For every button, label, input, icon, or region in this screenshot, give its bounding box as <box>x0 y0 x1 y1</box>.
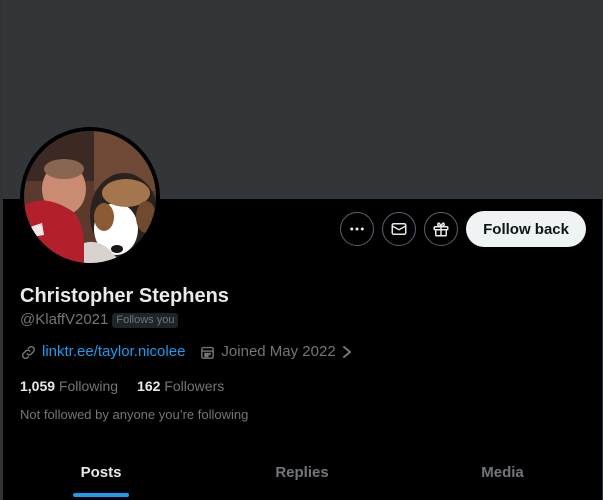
handle-row: @KlaffV2021 Follows you <box>20 310 179 330</box>
website-item: linktr.ee/taylor.nicolee <box>20 342 185 362</box>
tab-media[interactable]: Media <box>402 445 603 500</box>
tab-label: Replies <box>275 464 329 481</box>
followers-label: Followers <box>164 378 225 394</box>
profile-tabs: Posts Replies Media <box>0 445 603 500</box>
mutual-followers-note: Not followed by anyone you’re following <box>20 407 249 422</box>
more-button[interactable] <box>340 212 375 246</box>
active-tab-indicator <box>73 493 129 497</box>
tab-replies[interactable]: Replies <box>202 445 402 500</box>
more-horizontal-icon <box>350 227 364 231</box>
avatar-photo <box>24 131 156 263</box>
followers-count: 162 <box>137 378 161 394</box>
follows-you-badge: Follows you <box>112 312 179 328</box>
profile-meta: linktr.ee/taylor.nicolee Joined May 2022 <box>20 342 353 362</box>
follow-back-button[interactable]: Follow back <box>466 211 586 247</box>
envelope-icon <box>391 223 407 235</box>
link-icon <box>20 344 37 361</box>
tab-label: Media <box>481 464 524 481</box>
follow-stats: 1,059 Following 162 Followers <box>20 376 243 396</box>
display-name: Christopher Stephens <box>20 285 229 307</box>
avatar[interactable] <box>20 127 160 267</box>
gift-icon <box>433 222 449 237</box>
username-handle: @KlaffV2021 <box>20 311 109 328</box>
profile-actions: Follow back <box>340 211 586 247</box>
chevron-right-icon <box>341 345 353 359</box>
tab-label: Posts <box>80 464 122 481</box>
followers-stat[interactable]: 162 Followers <box>137 376 224 396</box>
joined-date: Joined May 2022 <box>221 343 336 360</box>
message-button[interactable] <box>382 212 417 246</box>
following-stat[interactable]: 1,059 Following <box>20 376 118 396</box>
gift-button[interactable] <box>424 212 459 246</box>
joined-item[interactable]: Joined May 2022 <box>199 342 352 362</box>
tab-posts[interactable]: Posts <box>0 445 202 500</box>
calendar-icon <box>199 344 216 361</box>
window-edge-left <box>0 0 3 500</box>
following-label: Following <box>58 378 119 394</box>
website-link[interactable]: linktr.ee/taylor.nicolee <box>42 342 185 362</box>
following-count: 1,059 <box>20 378 56 394</box>
